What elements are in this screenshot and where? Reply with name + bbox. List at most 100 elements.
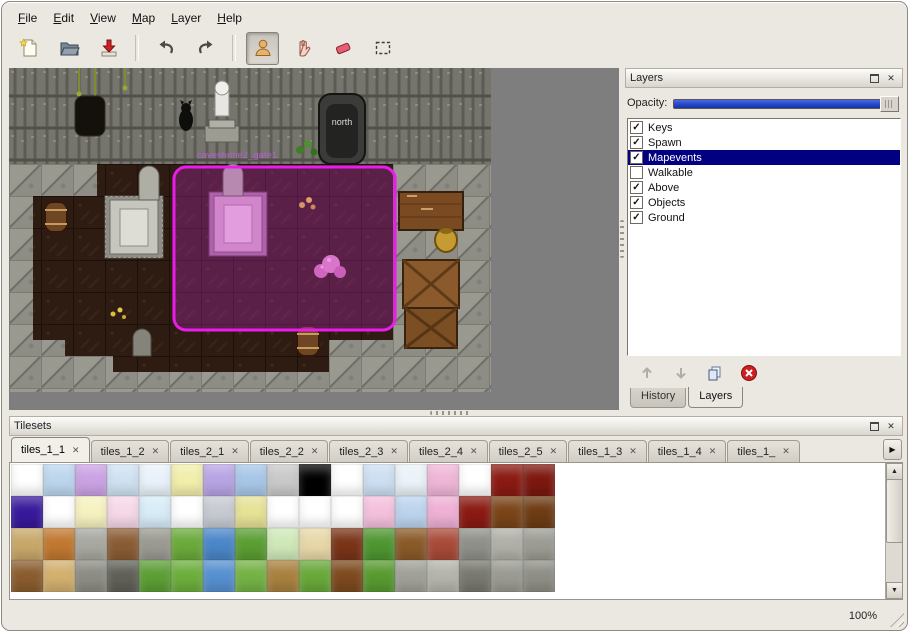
event-select-tool-button[interactable] [246,32,279,65]
tileset-tile[interactable] [299,496,331,528]
tileset-tile[interactable] [331,464,363,496]
scroll-up-button[interactable]: ▲ [886,463,903,480]
layer-row-ground[interactable]: ✓ Ground [628,210,900,225]
layer-row-spawn[interactable]: ✓ Spawn [628,135,900,150]
tileset-tile[interactable] [107,528,139,560]
tileset-tile[interactable] [11,528,43,560]
scrollbar-thumb[interactable] [886,479,903,543]
tileset-tile[interactable] [11,496,43,528]
palette-scrollbar[interactable]: ▲ ▼ [885,463,902,599]
tileset-tile[interactable] [523,496,555,528]
tileset-tile[interactable] [171,560,203,592]
tileset-tile[interactable] [459,528,491,560]
tileset-tile[interactable] [203,560,235,592]
tileset-tile[interactable] [459,496,491,528]
tileset-tile[interactable] [203,528,235,560]
tab-tiles-1-x[interactable]: tiles_1_✕ [727,440,799,462]
open-button[interactable] [52,32,85,65]
horizontal-splitter[interactable] [430,411,470,415]
layer-row-above[interactable]: ✓ Above [628,180,900,195]
tileset-tile[interactable] [43,560,75,592]
tileset-tile[interactable] [107,496,139,528]
layer-row-walkable[interactable]: Walkable [628,165,900,180]
tileset-tile[interactable] [171,496,203,528]
new-file-button[interactable] [12,32,45,65]
tileset-tile[interactable] [75,560,107,592]
north-gate[interactable]: north [319,94,365,164]
tileset-tile[interactable] [171,528,203,560]
layer-visibility-checkbox[interactable]: ✓ [630,121,643,134]
layer-visibility-checkbox[interactable]: ✓ [630,181,643,194]
selection-rectangle[interactable] [174,167,395,330]
delete-layer-button[interactable] [739,363,759,383]
tileset-tile[interactable] [427,560,459,592]
tileset-tile[interactable] [331,496,363,528]
tileset-tile[interactable] [523,560,555,592]
tileset-tile[interactable] [299,560,331,592]
menu-file[interactable]: File [10,8,45,28]
layer-row-mapevents[interactable]: ✓ Mapevents [628,150,900,165]
tab-close-icon[interactable]: ✕ [72,446,80,455]
tileset-tile[interactable] [235,528,267,560]
tab-tiles-1-2[interactable]: tiles_1_2✕ [91,440,170,462]
tileset-tile[interactable] [43,496,75,528]
tab-close-icon[interactable]: ✕ [782,447,790,456]
tileset-tile[interactable] [331,528,363,560]
tileset-tile[interactable] [491,560,523,592]
tileset-tile[interactable] [363,464,395,496]
tileset-tile[interactable] [523,464,555,496]
duplicate-layer-button[interactable] [705,363,725,383]
tileset-tile[interactable] [235,464,267,496]
tileset-tile[interactable] [491,496,523,528]
tileset-tile[interactable] [267,496,299,528]
tab-close-icon[interactable]: ✕ [470,447,478,456]
layer-visibility-checkbox[interactable] [630,166,643,179]
tab-tiles-1-4[interactable]: tiles_1_4✕ [648,440,727,462]
tab-close-icon[interactable]: ✕ [390,447,398,456]
tileset-tile[interactable] [75,496,107,528]
tab-close-icon[interactable]: ✕ [709,447,717,456]
tileset-tile[interactable] [235,496,267,528]
vertical-splitter[interactable] [620,220,624,258]
layer-visibility-checkbox[interactable]: ✓ [630,151,643,164]
tileset-tile[interactable] [491,464,523,496]
close-button[interactable]: ✕ [884,420,898,433]
tileset-tile[interactable] [139,496,171,528]
tab-close-icon[interactable]: ✕ [152,447,160,456]
tileset-tile[interactable] [139,528,171,560]
layer-row-objects[interactable]: ✓ Objects [628,195,900,210]
tileset-tile[interactable] [203,496,235,528]
tab-tiles-2-4[interactable]: tiles_2_4✕ [409,440,488,462]
tileset-tile[interactable] [395,464,427,496]
tab-tiles-2-3[interactable]: tiles_2_3✕ [329,440,408,462]
tab-close-icon[interactable]: ✕ [311,447,319,456]
tileset-tile[interactable] [267,560,299,592]
tileset-tile[interactable] [363,528,395,560]
layer-row-keys[interactable]: ✓ Keys [628,120,900,135]
opacity-slider[interactable] [673,97,899,109]
tileset-tile[interactable] [427,464,459,496]
undo-button[interactable] [149,32,182,65]
tileset-tile[interactable] [427,496,459,528]
tab-scroll-right-button[interactable]: ▶ [883,439,902,460]
tab-tiles-2-5[interactable]: tiles_2_5✕ [489,440,568,462]
tileset-tile[interactable] [459,464,491,496]
layer-visibility-checkbox[interactable]: ✓ [630,196,643,209]
tileset-tile[interactable] [75,528,107,560]
tileset-tile[interactable] [43,528,75,560]
tileset-tile[interactable] [203,464,235,496]
tileset-tile[interactable] [267,528,299,560]
tileset-tile[interactable] [299,464,331,496]
layer-visibility-checkbox[interactable]: ✓ [630,211,643,224]
opacity-slider-handle[interactable] [880,96,899,112]
map-canvas[interactable]: north caveshrine2_gate1 [9,68,491,392]
float-button[interactable] [867,420,881,433]
tileset-tile[interactable] [267,464,299,496]
tab-layers[interactable]: Layers [688,387,743,408]
tab-tiles-2-1[interactable]: tiles_2_1✕ [170,440,249,462]
tileset-tile[interactable] [235,560,267,592]
tileset-tile[interactable] [427,528,459,560]
menu-view[interactable]: View [82,8,124,28]
tileset-tile[interactable] [107,560,139,592]
tab-tiles-1-1[interactable]: tiles_1_1✕ [11,437,90,463]
